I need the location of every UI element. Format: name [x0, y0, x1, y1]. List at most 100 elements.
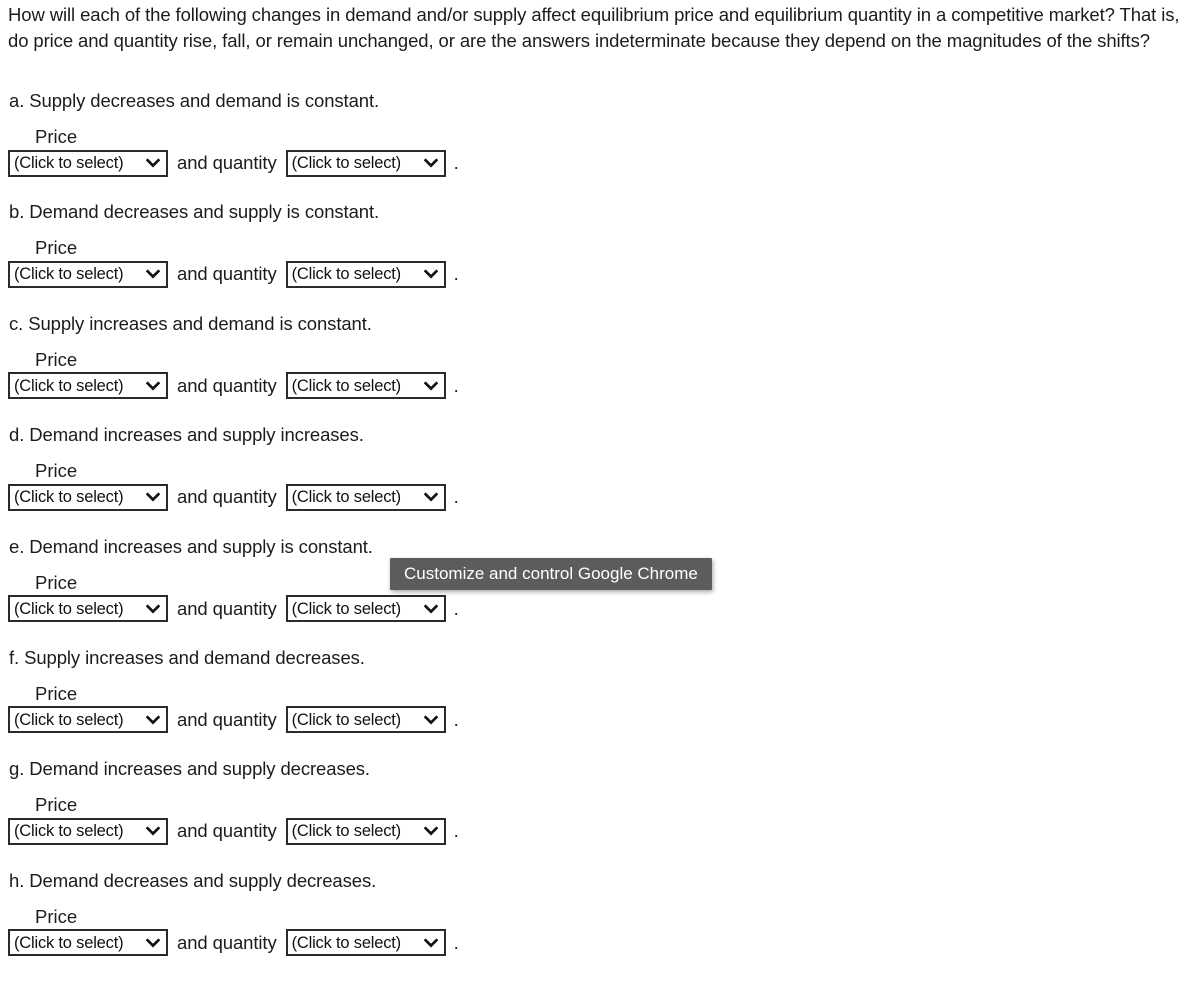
answer-controls-g: (Click to select) and quantity (Click to s…	[8, 817, 459, 845]
price-select-e-value: (Click to select)	[14, 599, 124, 618]
chevron-down-icon	[146, 156, 160, 170]
chevron-down-icon	[423, 156, 438, 170]
answer-controls-a: (Click to select) and quantity (Click to s…	[8, 149, 459, 177]
chevron-down-icon	[423, 490, 438, 504]
question-prompt-f: f. Supply increases and demand decreases…	[9, 646, 365, 668]
question-list: a. Supply decreases and demand is consta…	[0, 88, 1200, 979]
chevron-down-icon	[423, 379, 438, 393]
sentence-period-h: .	[453, 931, 459, 953]
answer-row-a: Price (Click to select) and quantity (Click…	[0, 124, 1200, 190]
price-select-h[interactable]: (Click to select)	[8, 929, 168, 957]
quantity-select-c[interactable]: (Click to select)	[285, 372, 446, 400]
question-block-b: b. Demand decreases and supply is consta…	[0, 199, 1200, 310]
price-select-b[interactable]: (Click to select)	[8, 260, 168, 288]
price-label-c: Price	[35, 348, 78, 370]
sentence-period-a: .	[453, 152, 459, 173]
answer-controls-d: (Click to select) and quantity (Click to s…	[8, 483, 459, 511]
answer-row-d: Price (Click to select) and quantity (Click…	[0, 458, 1200, 524]
price-label-e: Price	[35, 571, 78, 593]
and-quantity-label-h: and quantity	[177, 931, 277, 953]
question-prompt-b: b. Demand decreases and supply is consta…	[9, 201, 380, 223]
quantity-select-d[interactable]: (Click to select)	[285, 483, 446, 511]
sentence-period-f: .	[453, 708, 459, 730]
price-label-d: Price	[35, 460, 78, 482]
answer-controls-b: (Click to select) and quantity (Click to s…	[8, 260, 459, 288]
chevron-down-icon	[146, 713, 160, 727]
quantity-select-e[interactable]: (Click to select)	[285, 595, 446, 623]
question-block-a: a. Supply decreases and demand is consta…	[0, 88, 1200, 199]
question-prompt-a: a. Supply decreases and demand is consta…	[9, 90, 380, 111]
quantity-select-c-value: (Click to select)	[291, 376, 402, 395]
question-prompt-h: h. Demand decreases and supply decreases…	[9, 869, 377, 891]
price-select-a-value: (Click to select)	[14, 154, 124, 172]
quantity-select-g[interactable]: (Click to select)	[285, 817, 446, 845]
sentence-period-g: .	[453, 820, 459, 842]
and-quantity-label-c: and quantity	[177, 374, 277, 396]
question-prompt-d: d. Demand increases and supply increases…	[9, 424, 364, 446]
question-block-d: d. Demand increases and supply increases…	[0, 422, 1200, 533]
price-select-c[interactable]: (Click to select)	[8, 372, 168, 400]
and-quantity-label-g: and quantity	[177, 820, 277, 842]
price-select-f[interactable]: (Click to select)	[8, 706, 168, 734]
answer-controls-f: (Click to select) and quantity (Click to s…	[8, 706, 459, 734]
answer-row-g: Price (Click to select) and quantity (Click…	[0, 792, 1200, 858]
question-block-h: h. Demand decreases and supply decreases…	[0, 868, 1200, 979]
chevron-down-icon	[146, 267, 160, 281]
price-select-c-value: (Click to select)	[14, 376, 124, 395]
quantity-select-a[interactable]: (Click to select)	[285, 149, 446, 177]
chrome-menu-tooltip: Customize and control Google Chrome	[390, 558, 712, 590]
price-label-a: Price	[35, 126, 78, 147]
price-select-g-value: (Click to select)	[14, 822, 124, 841]
and-quantity-label-f: and quantity	[177, 708, 277, 730]
answer-row-b: Price (Click to select) and quantity (Click…	[0, 235, 1200, 301]
and-quantity-label-b: and quantity	[177, 263, 277, 285]
quantity-select-g-value: (Click to select)	[291, 822, 402, 841]
answer-controls-e: (Click to select) and quantity (Click to s…	[8, 595, 459, 623]
and-quantity-label-e: and quantity	[177, 597, 277, 619]
price-select-e[interactable]: (Click to select)	[8, 595, 168, 623]
sentence-period-d: .	[453, 486, 459, 508]
quantity-select-a-value: (Click to select)	[291, 154, 402, 172]
price-select-d-value: (Click to select)	[14, 488, 124, 507]
chevron-down-icon	[423, 936, 438, 950]
price-select-a[interactable]: (Click to select)	[8, 149, 168, 177]
quantity-select-f-value: (Click to select)	[291, 710, 402, 729]
quantity-select-b[interactable]: (Click to select)	[285, 260, 446, 288]
price-label-h: Price	[35, 905, 78, 927]
chevron-down-icon	[146, 824, 160, 838]
answer-controls-h: (Click to select) and quantity (Click to s…	[8, 929, 459, 957]
quantity-select-e-value: (Click to select)	[291, 599, 402, 618]
price-label-g: Price	[35, 794, 78, 816]
price-select-f-value: (Click to select)	[14, 710, 124, 729]
answer-row-c: Price (Click to select) and quantity (Click…	[0, 347, 1200, 413]
chevron-down-icon	[423, 824, 438, 838]
question-block-g: g. Demand increases and supply decreases…	[0, 756, 1200, 867]
price-select-d[interactable]: (Click to select)	[8, 483, 168, 511]
chevron-down-icon	[423, 713, 438, 727]
answer-row-f: Price (Click to select) and quantity (Click…	[0, 681, 1200, 747]
sentence-period-c: .	[453, 374, 459, 396]
answer-row-h: Price (Click to select) and quantity (Click…	[0, 904, 1200, 970]
question-intro-paragraph: How will each of the following changes i…	[8, 4, 1180, 51]
chevron-down-icon	[146, 379, 160, 393]
chevron-down-icon	[423, 267, 438, 281]
question-block-c: c. Supply increases and demand is consta…	[0, 311, 1200, 422]
quantity-select-d-value: (Click to select)	[291, 488, 402, 507]
price-select-g[interactable]: (Click to select)	[8, 817, 168, 845]
answer-controls-c: (Click to select) and quantity (Click to s…	[8, 372, 459, 400]
page-root: How will each of the following changes i…	[0, 0, 1200, 993]
price-label-b: Price	[35, 237, 78, 259]
question-prompt-g: g. Demand increases and supply decreases…	[9, 758, 370, 780]
chevron-down-icon	[146, 490, 160, 504]
quantity-select-h[interactable]: (Click to select)	[285, 929, 446, 957]
sentence-period-b: .	[453, 263, 459, 285]
price-label-f: Price	[35, 682, 78, 704]
quantity-select-f[interactable]: (Click to select)	[285, 706, 446, 734]
quantity-select-h-value: (Click to select)	[291, 933, 402, 952]
question-block-f: f. Supply increases and demand decreases…	[0, 645, 1200, 756]
chevron-down-icon	[146, 602, 160, 616]
chevron-down-icon	[146, 936, 160, 950]
question-prompt-c: c. Supply increases and demand is consta…	[9, 312, 372, 334]
quantity-select-b-value: (Click to select)	[291, 265, 402, 284]
price-select-b-value: (Click to select)	[14, 265, 124, 284]
